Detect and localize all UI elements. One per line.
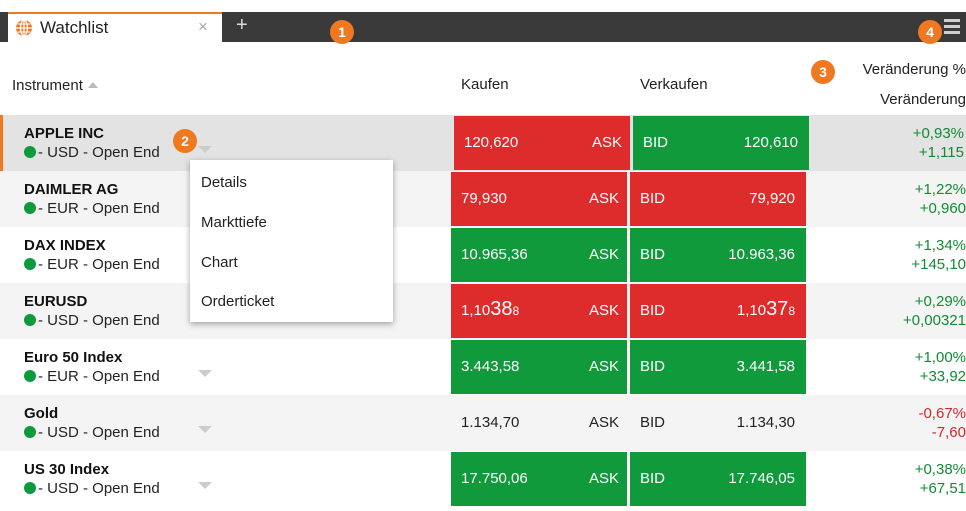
status-dot-icon xyxy=(24,146,36,158)
change-values: +1,00% +33,92 xyxy=(914,349,966,385)
sell-cell[interactable]: BID 1,10378 xyxy=(630,284,806,338)
sort-ascending-icon xyxy=(87,82,98,88)
instrument-meta: - USD - Open End xyxy=(24,312,160,329)
instrument-name: EURUSD xyxy=(24,293,88,310)
chevron-down-icon[interactable] xyxy=(198,482,212,489)
menu-item-orderticket[interactable]: Orderticket xyxy=(201,293,274,310)
menu-item-chart[interactable]: Chart xyxy=(201,254,238,271)
table-row[interactable]: DAX INDEX - EUR - Open End 10.965,36 ASK … xyxy=(0,227,966,283)
callout-2: 2 xyxy=(173,129,197,153)
menu-item-markttiefe[interactable]: Markttiefe xyxy=(201,214,267,231)
instrument-name: US 30 Index xyxy=(24,461,110,478)
instrument-meta: - EUR - Open End xyxy=(24,256,160,273)
instrument-meta: - USD - Open End xyxy=(24,424,160,441)
table-row[interactable]: APPLE INC - USD - Open End 120,620 ASK BI… xyxy=(0,115,966,171)
change-values: -0,67% -7,60 xyxy=(918,405,966,441)
sell-cell[interactable]: BID 10.963,36 xyxy=(630,228,806,282)
column-header-buy[interactable]: Kaufen xyxy=(461,76,509,93)
status-dot-icon xyxy=(24,482,36,494)
chevron-down-icon[interactable] xyxy=(198,146,212,153)
change-values: +0,38% +67,51 xyxy=(914,461,966,497)
status-dot-icon xyxy=(24,370,36,382)
sell-cell[interactable]: BID 3.441,58 xyxy=(630,340,806,394)
change-values: +1,34% +145,10 xyxy=(911,237,966,273)
status-dot-icon xyxy=(24,314,36,326)
menu-icon[interactable] xyxy=(944,19,960,35)
instrument-context-menu: Details Markttiefe Chart Orderticket xyxy=(190,160,393,322)
buy-cell[interactable]: 1,10388 ASK xyxy=(451,284,627,338)
instrument-name: DAIMLER AG xyxy=(24,181,119,198)
callout-1: 1 xyxy=(330,20,354,44)
buy-cell[interactable]: 120,620 ASK xyxy=(454,116,630,170)
column-header-instrument[interactable]: Instrument xyxy=(12,77,98,94)
status-dot-icon xyxy=(24,426,36,438)
callout-4: 4 xyxy=(918,20,942,44)
instrument-name: Euro 50 Index xyxy=(24,349,123,366)
buy-cell[interactable]: 10.965,36 ASK xyxy=(451,228,627,282)
sell-cell[interactable]: BID 120,610 xyxy=(633,116,809,170)
instrument-name: Gold xyxy=(24,405,59,422)
column-header-change-pct[interactable]: Veränderung % xyxy=(863,61,966,78)
table-row[interactable]: Gold - USD - Open End 1.134,70 ASK BID 1.1… xyxy=(0,395,966,451)
table-row[interactable]: US 30 Index - USD - Open End 17.750,06 AS… xyxy=(0,451,966,507)
instrument-name: APPLE INC xyxy=(24,125,105,142)
sell-cell[interactable]: BID 79,920 xyxy=(630,172,806,226)
column-header-change[interactable]: Veränderung xyxy=(880,91,966,108)
tab-watchlist[interactable]: Watchlist × xyxy=(8,12,222,42)
globe-icon xyxy=(16,19,32,37)
instrument-meta: - USD - Open End xyxy=(24,144,160,161)
table-row[interactable]: DAIMLER AG - EUR - Open End 79,930 ASK BI… xyxy=(0,171,966,227)
tab-title: Watchlist xyxy=(40,18,109,37)
sell-cell[interactable]: BID 1.134,30 xyxy=(630,396,806,450)
tab-bar: Watchlist × + xyxy=(0,12,966,42)
instrument-header-label: Instrument xyxy=(12,77,83,94)
instrument-meta: - EUR - Open End xyxy=(24,368,160,385)
chevron-down-icon[interactable] xyxy=(198,370,212,377)
change-values: +0,29% +0,00321 xyxy=(903,293,966,329)
buy-cell[interactable]: 79,930 ASK xyxy=(451,172,627,226)
change-values: +1,22% +0,960 xyxy=(914,181,966,217)
table-row[interactable]: EURUSD - USD - Open End 1,10388 ASK BID 1,… xyxy=(0,283,966,339)
instrument-meta: - EUR - Open End xyxy=(24,200,160,217)
add-tab-icon[interactable]: + xyxy=(236,14,248,37)
sell-cell[interactable]: BID 17.746,05 xyxy=(630,452,806,506)
column-header-sell[interactable]: Verkaufen xyxy=(640,76,708,93)
chevron-down-icon[interactable] xyxy=(198,426,212,433)
buy-cell[interactable]: 3.443,58 ASK xyxy=(451,340,627,394)
callout-3: 3 xyxy=(811,60,835,84)
table-row[interactable]: Euro 50 Index - EUR - Open End 3.443,58 A… xyxy=(0,339,966,395)
instrument-meta: - USD - Open End xyxy=(24,480,160,497)
close-icon[interactable]: × xyxy=(198,17,208,37)
instrument-name: DAX INDEX xyxy=(24,237,106,254)
buy-cell[interactable]: 1.134,70 ASK xyxy=(451,396,627,450)
buy-cell[interactable]: 17.750,06 ASK xyxy=(451,452,627,506)
menu-item-details[interactable]: Details xyxy=(201,174,247,191)
change-values: +0,93% +1,115 xyxy=(912,125,964,161)
status-dot-icon xyxy=(24,202,36,214)
status-dot-icon xyxy=(24,258,36,270)
